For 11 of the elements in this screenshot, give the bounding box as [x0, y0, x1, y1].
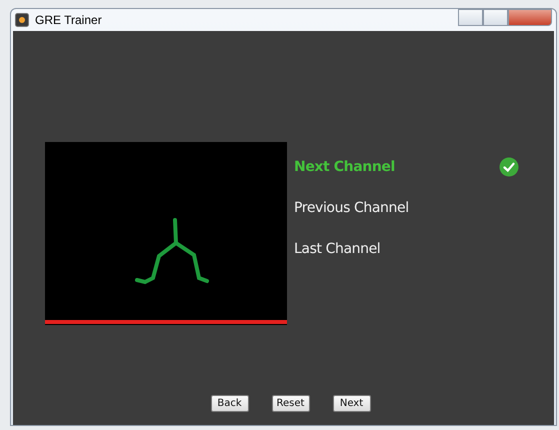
- nav-button[interactable]: Reset: [272, 395, 310, 412]
- channel-option[interactable]: Next Channel: [294, 159, 395, 175]
- app-icon: [15, 13, 29, 27]
- minimize-button[interactable]: [458, 9, 483, 26]
- channel-option[interactable]: Last Channel: [294, 241, 380, 257]
- close-button[interactable]: [508, 9, 552, 26]
- channel-option[interactable]: Previous Channel: [294, 200, 409, 216]
- window-title: GRE Trainer: [35, 13, 102, 27]
- nav-button[interactable]: Back: [210, 395, 248, 412]
- nav-button[interactable]: Next: [332, 395, 370, 412]
- maximize-button[interactable]: [483, 9, 508, 26]
